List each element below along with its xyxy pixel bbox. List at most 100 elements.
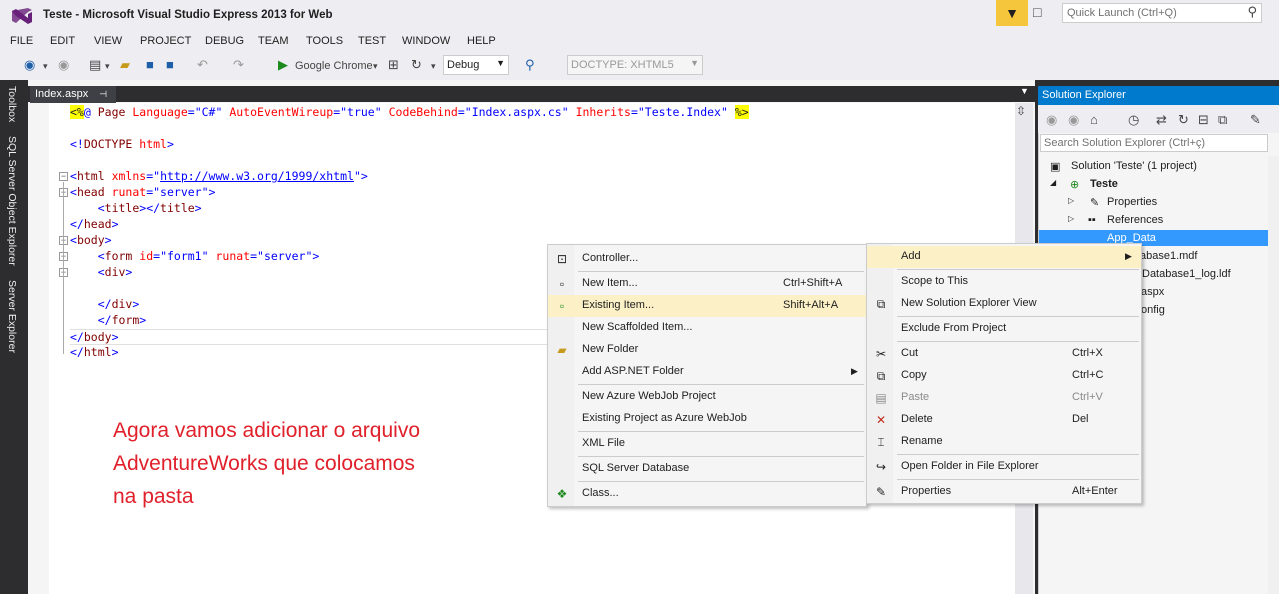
code-line-8: </head> [70, 217, 119, 231]
menu-item-copy[interactable]: ⧉ Copy Ctrl+C [867, 365, 1141, 387]
solution-explorer-scrollbar[interactable] [1268, 156, 1279, 594]
forward-icon[interactable]: ◉ [58, 57, 69, 72]
undo-icon[interactable]: ↶ [197, 57, 208, 72]
tree-item-database1-log[interactable]: Database1_log.ldf [1142, 268, 1231, 280]
menu-item-cut[interactable]: ✂ Cut Ctrl+X [867, 343, 1141, 365]
redo-icon[interactable]: ↷ [233, 57, 244, 72]
menu-item-existing-item[interactable]: ▫ Existing Item... Shift+Alt+A [548, 295, 866, 317]
menu-edit[interactable]: EDIT [50, 35, 75, 47]
tree-item-web-config[interactable]: onfig [1141, 304, 1165, 316]
menu-item-new-solution-explorer-view[interactable]: ⧉ New Solution Explorer View [867, 293, 1141, 315]
menu-view[interactable]: VIEW [94, 35, 122, 47]
menu-item-new-folder[interactable]: ▰ New Folder [548, 339, 866, 361]
toolbox-tab[interactable]: Toolbox [6, 86, 18, 122]
search-icon: ⚲ [1247, 4, 1257, 19]
code-line-13: </div> [97, 297, 140, 311]
browser-link-icon[interactable]: ⊞ [388, 57, 399, 72]
menu-item-sql-server-database[interactable]: SQL Server Database [548, 458, 866, 480]
properties-wrench-icon[interactable]: ✎ [1250, 112, 1261, 127]
home-icon[interactable]: ⌂ [1090, 112, 1098, 127]
doctype-value: DOCTYPE: XHTML5 [571, 59, 674, 71]
sql-server-object-explorer-tab[interactable]: SQL Server Object Explorer [6, 136, 18, 266]
code-line-3: <!DOCTYPE html> [70, 137, 174, 151]
menu-project[interactable]: PROJECT [140, 35, 191, 47]
show-all-files-icon[interactable]: ⧉ [1218, 112, 1227, 127]
browser-selector[interactable]: Google Chrome [295, 59, 373, 74]
menu-item-rename[interactable]: ⌶ Rename [867, 431, 1141, 453]
tree-item-project[interactable]: Teste [1090, 178, 1118, 190]
notifications-flag-icon[interactable]: ▼ [996, 0, 1028, 26]
menu-item-add-aspnet-folder[interactable]: Add ASP.NET Folder ▶ [548, 361, 866, 383]
menu-item-new-azure-webjob-project[interactable]: New Azure WebJob Project [548, 386, 866, 408]
menu-item-open-folder-in-file-explorer[interactable]: ↪ Open Folder in File Explorer [867, 456, 1141, 478]
window-title: Teste - Microsoft Visual Studio Express … [43, 9, 333, 21]
menu-debug[interactable]: DEBUG [205, 35, 244, 47]
open-file-icon[interactable]: ▰ [120, 57, 130, 72]
menu-item-controller[interactable]: ⊡ Controller... [548, 248, 866, 270]
menu-test[interactable]: TEST [358, 35, 386, 47]
save-all-icon[interactable]: ■ [166, 57, 174, 72]
menu-item-new-item[interactable]: ▫ New Item... Ctrl+Shift+A [548, 273, 866, 295]
solution-explorer-search-input[interactable]: Search Solution Explorer (Ctrl+ç) [1040, 134, 1268, 152]
tab-index-aspx[interactable]: Index.aspx ⊣ [30, 86, 116, 103]
new-project-icon[interactable]: ▤ [89, 57, 101, 72]
save-icon[interactable]: ■ [146, 57, 154, 72]
menu-item-class[interactable]: ❖ Class... [548, 483, 866, 505]
menu-item-scope-to-this[interactable]: Scope to This [867, 271, 1141, 293]
solution-configuration-dropdown[interactable]: Debug ▼ [443, 55, 509, 75]
server-explorer-tab[interactable]: Server Explorer [6, 280, 18, 353]
doctype-dropdown[interactable]: DOCTYPE: XHTML5 ▼ [567, 55, 703, 75]
menu-separator [578, 384, 864, 385]
browser-dropdown-icon[interactable]: ▾ [373, 59, 378, 74]
expanded-arrow-icon[interactable]: ◢ [1050, 178, 1056, 187]
controller-icon: ⊡ [556, 252, 568, 266]
forward-icon[interactable]: ◉ [1068, 112, 1079, 127]
refresh-icon[interactable]: ↻ [1178, 112, 1189, 127]
menu-item-xml-file[interactable]: XML File [548, 433, 866, 455]
back-icon[interactable]: ◉ [24, 57, 35, 72]
left-tool-strip: Toolbox SQL Server Object Explorer Serve… [0, 80, 28, 594]
new-dropdown-icon[interactable]: ▾ [105, 59, 110, 74]
sync-icon[interactable]: ⇄ [1156, 112, 1167, 127]
tab-dropdown-icon[interactable]: ▼ [1020, 86, 1029, 96]
split-window-icon[interactable]: ⇳ [1016, 104, 1026, 118]
solution-explorer-title: Solution Explorer [1038, 86, 1279, 105]
menu-item-add[interactable]: Add ▶ [867, 246, 1141, 268]
menu-help[interactable]: HELP [467, 35, 496, 47]
collapsed-arrow-icon[interactable]: ▷ [1068, 196, 1074, 205]
tree-item-index-aspx[interactable]: aspx [1141, 286, 1164, 298]
quick-launch-input[interactable]: Quick Launch (Ctrl+Q) ⚲ [1062, 3, 1262, 23]
refresh-icon[interactable]: ↻ [411, 57, 422, 72]
code-line-9: <body> [70, 233, 112, 247]
collapsed-arrow-icon[interactable]: ▷ [1068, 214, 1074, 223]
tree-item-database1-mdf[interactable]: abase1.mdf [1140, 250, 1197, 262]
tree-item-properties[interactable]: Properties [1107, 196, 1157, 208]
chevron-down-icon: ▼ [690, 58, 699, 68]
tree-item-solution[interactable]: Solution 'Teste' (1 project) [1071, 160, 1197, 172]
menu-separator [578, 481, 864, 482]
menu-separator [578, 456, 864, 457]
feedback-icon[interactable]: □ [1033, 4, 1053, 22]
submenu-arrow-icon: ▶ [851, 366, 858, 376]
menu-file[interactable]: FILE [10, 35, 33, 47]
pin-icon[interactable]: ⊣ [99, 89, 107, 99]
collapse-all-icon[interactable]: ⊟ [1198, 112, 1209, 127]
menu-item-paste[interactable]: ▤ Paste Ctrl+V [867, 387, 1141, 409]
menu-item-exclude-from-project[interactable]: Exclude From Project [867, 318, 1141, 340]
menu-item-properties[interactable]: ✎ Properties Alt+Enter [867, 481, 1141, 503]
menu-team[interactable]: TEAM [258, 35, 289, 47]
menu-item-new-scaffolded-item[interactable]: New Scaffolded Item... [548, 317, 866, 339]
back-icon[interactable]: ◉ [1046, 112, 1057, 127]
run-icon[interactable]: ▶ [278, 57, 288, 72]
refresh-dropdown-icon[interactable]: ▾ [431, 59, 436, 74]
menu-item-existing-project-azure-webjob[interactable]: Existing Project as Azure WebJob [548, 408, 866, 430]
pending-changes-filter-icon[interactable]: ◷ [1128, 112, 1139, 127]
tree-item-references[interactable]: References [1107, 214, 1163, 226]
find-icon[interactable]: ⚲ [525, 57, 535, 72]
menu-tools[interactable]: TOOLS [306, 35, 343, 47]
back-dropdown-icon[interactable]: ▾ [43, 59, 48, 74]
menu-window[interactable]: WINDOW [402, 35, 450, 47]
collapse-html-icon[interactable]: − [59, 172, 68, 181]
new-view-icon: ⧉ [876, 297, 886, 311]
menu-item-delete[interactable]: ✕ Delete Del [867, 409, 1141, 431]
